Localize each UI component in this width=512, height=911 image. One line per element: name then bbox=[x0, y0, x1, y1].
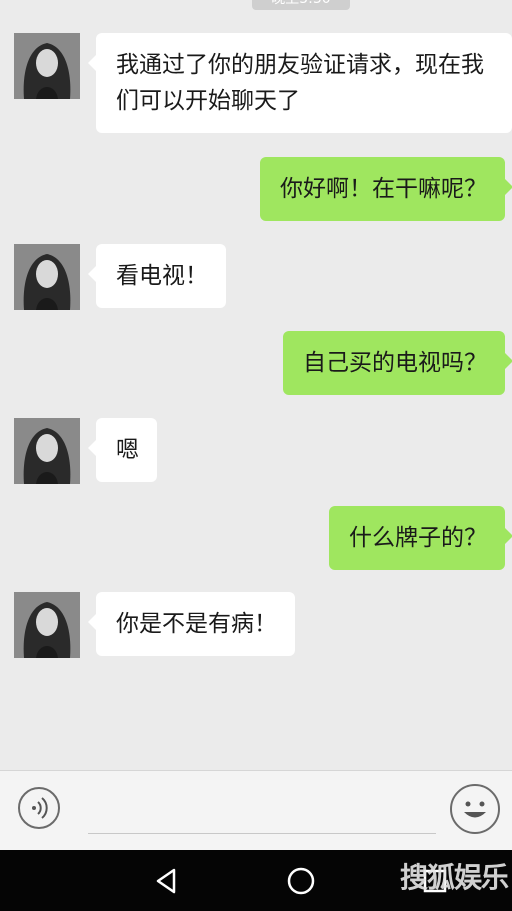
message-bubble-outgoing[interactable]: 自己买的电视吗？ bbox=[283, 331, 512, 395]
message-bubble-incoming[interactable]: 看电视！ bbox=[88, 244, 226, 308]
contact-avatar[interactable] bbox=[14, 244, 80, 310]
message-input[interactable] bbox=[88, 833, 436, 834]
chat-input-bar bbox=[0, 770, 512, 850]
emoji-icon[interactable] bbox=[450, 784, 500, 834]
back-icon[interactable] bbox=[150, 864, 184, 898]
message-bubble-outgoing[interactable]: 什么牌子的？ bbox=[329, 506, 512, 570]
watermark-logo: 搜狐娱乐 bbox=[400, 861, 509, 894]
message-bubble-incoming[interactable]: 你是不是有病！ bbox=[88, 592, 295, 656]
timestamp-badge: 晚上5:30 bbox=[252, 0, 350, 10]
contact-avatar[interactable] bbox=[14, 33, 80, 99]
home-icon[interactable] bbox=[284, 864, 318, 898]
contact-avatar[interactable] bbox=[14, 592, 80, 658]
message-bubble-incoming[interactable]: 嗯 bbox=[88, 418, 157, 482]
message-bubble-outgoing[interactable]: 你好啊！在干嘛呢？ bbox=[260, 157, 512, 221]
contact-avatar[interactable] bbox=[14, 418, 80, 484]
message-bubble-incoming[interactable]: 我通过了你的朋友验证请求，现在我们可以开始聊天了 bbox=[88, 33, 512, 133]
voice-icon[interactable] bbox=[18, 787, 60, 829]
